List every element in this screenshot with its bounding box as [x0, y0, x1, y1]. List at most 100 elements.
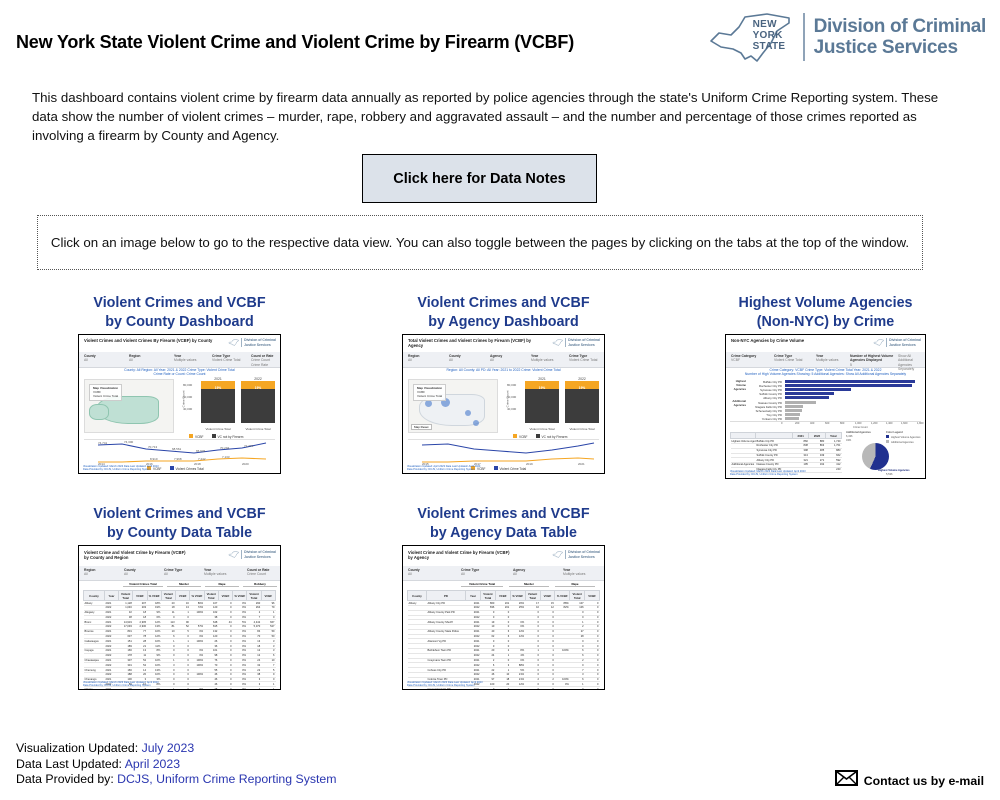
mini-map-reset-button[interactable]: Map Reset: [411, 424, 432, 430]
th-vcbf: VCBF: [132, 589, 148, 602]
hbar-7: [785, 409, 802, 413]
mini-title: Violent Crimes and Violent Crimes By Fir…: [84, 338, 213, 343]
mini-table-head: County Year Violent Total VCBF % VCBF Vi…: [83, 589, 277, 602]
tile-county-data-table-thumbnail[interactable]: Violent Crime and Violent Crime by Firea…: [78, 545, 281, 690]
tile-county-data-table-title[interactable]: Violent Crimes and VCBF by County Data T…: [78, 505, 281, 543]
mini-table-head: County PD Year Violent Total VCBF % VCBF…: [407, 589, 600, 602]
th-violent-total: Violent Total: [524, 589, 541, 602]
mini-footer-line2: Data Provided by: DCJS, Uniform Crime Re…: [407, 683, 475, 687]
mini-group-header-row: Violent Crime Total Murder Rape: [403, 582, 604, 589]
mini-filter-4[interactable]: Crime Type Violent Crime Total: [569, 354, 597, 363]
mini-subbar: Region: All County: All PD: All Year: 20…: [403, 367, 604, 377]
logo-divider: [802, 13, 805, 61]
pie-label-highest: Highest Volume Agencies: [878, 469, 910, 472]
footer-provided-label: Data Provided by:: [16, 772, 118, 786]
cell-value: [510, 686, 526, 689]
y-tick: 40,000: [183, 407, 193, 411]
tile-county-dashboard[interactable]: Violent Crimes and VCBF by County Dashbo…: [78, 294, 281, 474]
tile-agency-dashboard[interactable]: Violent Crimes and VCBF by Agency Dashbo…: [402, 294, 605, 474]
cell-value: 1: [161, 686, 176, 689]
mini-filter-2[interactable]: Year Multiple values: [174, 354, 196, 363]
mini-filter-0[interactable]: Region All: [84, 568, 96, 577]
mini-logo-line2: Justice Services: [568, 554, 595, 559]
cell-label: 2021: [104, 686, 119, 689]
contact-us-by-email-link[interactable]: Contact us by e-mail: [834, 770, 984, 791]
th-violent-total: Violent Total: [569, 589, 586, 602]
data-notes-button[interactable]: Click here for Data Notes: [362, 154, 597, 203]
tile-title-line1: Violent Crimes and VCBF: [417, 295, 590, 311]
mini-map-legend-item: Violent Crime Total: [417, 393, 443, 398]
mini-filter-0[interactable]: Crime Category VCBF: [731, 354, 756, 363]
mini-filter-1[interactable]: County All: [124, 568, 136, 577]
mini-filter-3[interactable]: Crime Type Violent Crime Total: [212, 354, 240, 363]
mini-filter-1[interactable]: Crime Type All: [461, 568, 479, 577]
mini-subbar-line1: County: All Region: All Year: 2021 & 202…: [124, 368, 235, 372]
mini-map[interactable]: Map Visualization VCBF Violent Crime Tot…: [84, 379, 174, 433]
mini-filter-value: All: [84, 572, 88, 577]
mini-map[interactable]: Map Visualization VCBF Violent Crime Tot…: [408, 379, 498, 433]
tile-agency-data-table-title[interactable]: Violent Crimes and VCBF by Agency Data T…: [402, 505, 605, 543]
mini-filter-value: Multiple values: [204, 572, 227, 577]
table-header-row: County PD Year Violent Total VCBF % VCBF…: [407, 589, 600, 602]
mini-logo: Division of Criminal Justice Services: [552, 338, 600, 347]
tile-agency-dashboard-thumbnail[interactable]: Total Violent Crimes and Violent Crimes …: [402, 334, 605, 474]
tile-agency-data-table-thumbnail[interactable]: Violent Crime and Violent Crime by Firea…: [402, 545, 605, 690]
tile-agency-data-table[interactable]: Violent Crimes and VCBF by Agency Data T…: [402, 505, 605, 690]
mini-footer: Visualization Updated: April 2023 Data L…: [407, 465, 480, 471]
tile-county-data-table[interactable]: Violent Crimes and VCBF by County Data T…: [78, 505, 281, 690]
tile-county-dashboard-title[interactable]: Violent Crimes and VCBF by County Dashbo…: [78, 294, 281, 332]
mini-nys-icon: [873, 338, 888, 347]
th-year: Year: [104, 589, 119, 602]
mini-filter-1[interactable]: County All: [449, 354, 461, 363]
mini-nys-icon: [552, 338, 567, 347]
mini-filter-3[interactable]: Year Multiple values: [204, 568, 226, 577]
mini-nys-icon: [228, 550, 243, 559]
cell-value: 0: [584, 686, 600, 689]
mini-filter-3[interactable]: Year Multiple values: [531, 354, 553, 363]
mini-map-region: [89, 404, 109, 420]
tile-county-dashboard-thumbnail[interactable]: Violent Crimes and Violent Crimes By Fir…: [78, 334, 281, 474]
mini-pie-panel: Additional Agencies 6,436 43% Color Lege…: [846, 431, 924, 476]
mini-filter-2[interactable]: Agency All: [513, 568, 525, 577]
mini-filter-4[interactable]: Count or Rate Crime Count Crime Rate: [251, 354, 273, 367]
mini-filter-0[interactable]: Region All: [408, 354, 420, 363]
mini-filter-2[interactable]: Agency All: [490, 354, 502, 363]
mini-filter-value: Multiple values: [816, 358, 839, 363]
th-violent-total: Violent Total: [246, 589, 262, 602]
mini-filter-value: All: [164, 572, 168, 577]
mini-filter-2[interactable]: Year Multiple values: [816, 354, 838, 363]
mini-footer: Visualization Updated: March 2023 Data L…: [407, 681, 483, 687]
cell-value: 0: [569, 686, 585, 689]
mini-filter-0[interactable]: County All: [408, 568, 420, 577]
mini-filter-1[interactable]: Crime Type Violent Crime Total: [774, 354, 802, 363]
footer-data-label: Data Last Updated:: [16, 756, 125, 771]
mini-nys-icon: [228, 338, 243, 347]
cell-label: [407, 686, 427, 689]
line-value-label: 8,910: [150, 457, 158, 461]
mini-filter-3[interactable]: Year Multiple values: [563, 568, 585, 577]
mini-filter-3[interactable]: Number of Highest Volume Agencies Displa…: [850, 354, 895, 367]
x-tick: 0: [781, 422, 783, 425]
footer-visualization-updated: Visualization Updated: July 2023: [16, 741, 337, 757]
x-tick: 600: [825, 422, 830, 425]
footer-provided-value[interactable]: DCJS, Uniform Crime Reporting System: [117, 772, 336, 786]
mini-footer: Visualization Updated: March 2023 Data L…: [730, 470, 806, 476]
mini-filter-4[interactable]: Count or Rate Crime Count: [247, 568, 269, 577]
mini-filter-2[interactable]: Crime Type All: [164, 568, 182, 577]
legend-label: Highest Volume Agencies: [891, 436, 921, 439]
mini-filter-0[interactable]: County All: [84, 354, 96, 363]
x-tick: 2019: [526, 462, 533, 466]
y-tick: 60,000: [507, 395, 517, 399]
mini-filter-1[interactable]: Region All: [129, 354, 141, 363]
mini-subbar: Crime Category: VCBF Crime Type: Violent…: [726, 367, 925, 377]
tile-highest-volume-agencies-title[interactable]: Highest Volume Agencies (Non-NYC) by Cri…: [725, 294, 926, 332]
cell-label: Green Island Vg PD: [426, 686, 466, 689]
tile-title-line1: Violent Crimes and VCBF: [417, 506, 590, 522]
hbar-label: Yonkers City PD: [761, 417, 782, 421]
tile-highest-volume-agencies[interactable]: Highest Volume Agencies (Non-NYC) by Cri…: [725, 294, 926, 479]
tile-agency-dashboard-title[interactable]: Violent Crimes and VCBF by Agency Dashbo…: [402, 294, 605, 332]
cell-value: 0%: [232, 686, 247, 689]
logo-state-line2: YORK: [752, 30, 783, 41]
hbar-label: Albany City PD: [763, 396, 782, 400]
tile-highest-volume-agencies-thumbnail[interactable]: Non-NYC Agencies by Crime Volume Divisio…: [725, 334, 926, 479]
